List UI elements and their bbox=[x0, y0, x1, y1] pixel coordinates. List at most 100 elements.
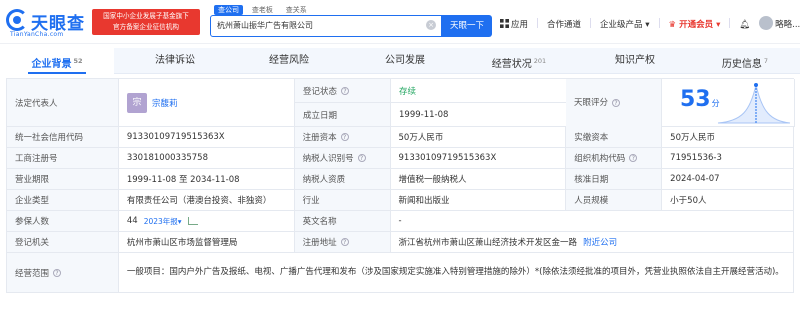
tab-history[interactable]: 历史信息 7 bbox=[690, 48, 800, 74]
tab-count: 52 bbox=[73, 57, 83, 65]
type-label: 企业类型 bbox=[7, 190, 119, 210]
badge-line-1: 国家中小企业发展子基金旗下 bbox=[103, 12, 189, 20]
nav-partner[interactable]: 合作通道 bbox=[547, 14, 581, 36]
score-distribution-icon bbox=[717, 83, 791, 124]
address-cell: 浙江省杭州市萧山区萧山经济技术开发区金一路 附近公司 bbox=[391, 232, 795, 252]
table-row: 企业类型 有限责任公司（港澳台投资、非独资） 行业 新闻和出版业 人员规模 小于… bbox=[7, 190, 794, 211]
tab-label: 企业背景 bbox=[31, 59, 72, 70]
chevron-down-icon: ▾ bbox=[713, 20, 721, 30]
status-label: 登记状态 bbox=[303, 86, 338, 97]
top-header: 天眼查 TianYanCha.com 国家中小企业发展子基金旗下 官方备案企业征… bbox=[0, 0, 800, 44]
address-label: 注册地址 bbox=[302, 238, 337, 248]
clear-icon[interactable]: × bbox=[426, 20, 436, 30]
tab-label: 经营风险 bbox=[269, 55, 309, 66]
table-row: 登记机关 杭州市萧山区市场监督管理局 注册地址? 浙江省杭州市萧山区萧山经济技术… bbox=[7, 232, 795, 253]
search-tab-relation[interactable]: 查关系 bbox=[282, 5, 311, 15]
table-row: 营业期限 1999-11-08 至 2034-11-08 纳税人资质 增值税一般… bbox=[7, 169, 794, 190]
help-icon[interactable]: ? bbox=[629, 154, 638, 162]
table-row: 参保人数 44 2023年报▾ 英文名称 - bbox=[7, 211, 795, 232]
tab-label: 法律诉讼 bbox=[155, 55, 195, 66]
reg-capital-label-cell: 注册资本? bbox=[294, 127, 391, 147]
search-tab-company[interactable]: 查公司 bbox=[214, 5, 243, 15]
crown-icon: ♛ bbox=[668, 20, 680, 30]
address-value: 浙江省杭州市萧山区萧山经济技术开发区金一路 bbox=[398, 238, 578, 248]
help-icon[interactable]: ? bbox=[341, 86, 350, 95]
score-number: 53 bbox=[680, 87, 711, 112]
business-info-table: 法定代表人 宗 宗馥莉 登记状态? 存续 成立日期 1999-11-08 天眼评… bbox=[6, 78, 795, 293]
founded-label: 成立日期 bbox=[295, 103, 391, 126]
table-row: 登记状态? 存续 bbox=[295, 79, 567, 103]
search-input[interactable] bbox=[217, 16, 427, 35]
badge-line-2: 官方备案企业征信机构 bbox=[113, 23, 179, 31]
tax-id-label: 纳税人识别号 bbox=[302, 154, 354, 164]
nav-app-label: 应用 bbox=[511, 20, 529, 30]
bell-icon: 🔔︎ bbox=[739, 20, 751, 30]
nearby-companies-link[interactable]: 附近公司 bbox=[583, 236, 617, 248]
nav-notify[interactable]: 🔔︎ bbox=[739, 14, 750, 36]
tab-label: 知识产权 bbox=[615, 55, 655, 66]
credit-code-value: 91330109719515363X bbox=[119, 127, 295, 147]
table-row: 法定代表人 宗 宗馥莉 登记状态? 存续 成立日期 1999-11-08 天眼评… bbox=[7, 79, 795, 127]
size-value: 小于50人 bbox=[662, 190, 794, 210]
nav-enterprise-label: 企业级产品 bbox=[600, 20, 643, 30]
tab-label: 经营状况 bbox=[491, 59, 532, 70]
scope-value: 一般项目：国内户外广告及报纸、电视、广播广告代理和发布（涉及国家规定实施准入特别… bbox=[119, 253, 794, 292]
tab-count: 7 bbox=[763, 57, 769, 65]
nav-user-label: 略略... bbox=[775, 20, 800, 30]
search-tab-boss[interactable]: 查老板 bbox=[248, 5, 277, 15]
approval-value: 2024-04-07 bbox=[662, 169, 794, 189]
site-logo[interactable]: 天眼查 TianYanCha.com bbox=[6, 6, 88, 38]
nav-divider bbox=[537, 18, 539, 28]
search-type-tabs: 查公司 查老板 查关系 bbox=[214, 5, 313, 15]
type-value: 有限责任公司（港澳台投资、非独资） bbox=[119, 190, 295, 210]
logo-url: TianYanCha.com bbox=[10, 31, 64, 38]
help-icon[interactable]: ? bbox=[357, 154, 366, 162]
nav-divider bbox=[729, 18, 731, 28]
eng-name-label: 英文名称 bbox=[294, 211, 391, 231]
tax-id-label-cell: 纳税人识别号? bbox=[294, 148, 391, 168]
score-panel: 天眼评分? 53分 bbox=[566, 79, 795, 127]
insured-year: 2023年报 bbox=[143, 216, 178, 226]
tab-development[interactable]: 公司发展 bbox=[348, 48, 462, 74]
official-badge: 国家中小企业发展子基金旗下 官方备案企业征信机构 bbox=[92, 9, 200, 35]
tab-ip[interactable]: 知识产权 bbox=[578, 48, 692, 74]
status-founded-group: 登记状态? 存续 成立日期 1999-11-08 bbox=[295, 79, 567, 126]
scope-label: 经营范围 bbox=[15, 268, 50, 279]
size-label: 人员规模 bbox=[566, 190, 663, 210]
avatar bbox=[759, 16, 774, 30]
reg-no-value: 330181000335758 bbox=[119, 148, 295, 168]
trend-chart-icon[interactable] bbox=[187, 217, 198, 225]
address-label-cell: 注册地址? bbox=[294, 232, 391, 252]
status-label-cell: 登记状态? bbox=[295, 79, 391, 102]
eng-name-value: - bbox=[391, 211, 795, 231]
nav-divider bbox=[658, 18, 660, 28]
table-row: 成立日期 1999-11-08 bbox=[295, 103, 567, 126]
search-button[interactable]: 天眼一下 bbox=[442, 15, 492, 37]
help-icon[interactable]: ? bbox=[612, 99, 621, 107]
table-row: 统一社会信用代码 91330109719515363X 注册资本? 50万人民币… bbox=[7, 127, 794, 148]
industry-value: 新闻和出版业 bbox=[391, 190, 567, 210]
nav-enterprise[interactable]: 企业级产品 ▾ bbox=[600, 14, 649, 36]
term-value: 1999-11-08 至 2034-11-08 bbox=[119, 169, 295, 189]
help-icon[interactable]: ? bbox=[340, 238, 349, 246]
legal-rep-name[interactable]: 宗馥莉 bbox=[152, 97, 178, 109]
tab-risk[interactable]: 经营风险 bbox=[232, 48, 346, 74]
scope-label-cell: 经营范围? bbox=[7, 253, 119, 292]
help-icon[interactable]: ? bbox=[53, 268, 62, 277]
nav-app[interactable]: 应用 bbox=[500, 14, 528, 36]
paid-capital-value: 50万人民币 bbox=[662, 127, 794, 147]
paid-capital-label: 实缴资本 bbox=[566, 127, 663, 147]
score-value[interactable]: 53分 bbox=[680, 87, 720, 112]
tab-legal[interactable]: 法律诉讼 bbox=[118, 48, 232, 74]
tab-operations[interactable]: 经营状况 201 bbox=[462, 48, 576, 74]
nav-vip[interactable]: ♛ 开通会员 ▾ bbox=[669, 14, 721, 36]
nav-user[interactable]: 略略... bbox=[759, 14, 800, 36]
insured-year-dropdown[interactable]: 2023年报▾ bbox=[144, 216, 182, 227]
status-value: 存续 bbox=[391, 79, 567, 102]
help-icon[interactable]: ? bbox=[340, 133, 349, 141]
table-row: 工商注册号 330181000335758 纳税人识别号? 9133010971… bbox=[7, 148, 794, 169]
tax-id-value: 91330109719515363X bbox=[391, 148, 567, 168]
term-label: 营业期限 bbox=[7, 169, 119, 189]
tab-background[interactable]: 企业背景 52 bbox=[0, 48, 114, 74]
nav-vip-label: 开通会员 bbox=[679, 20, 714, 30]
